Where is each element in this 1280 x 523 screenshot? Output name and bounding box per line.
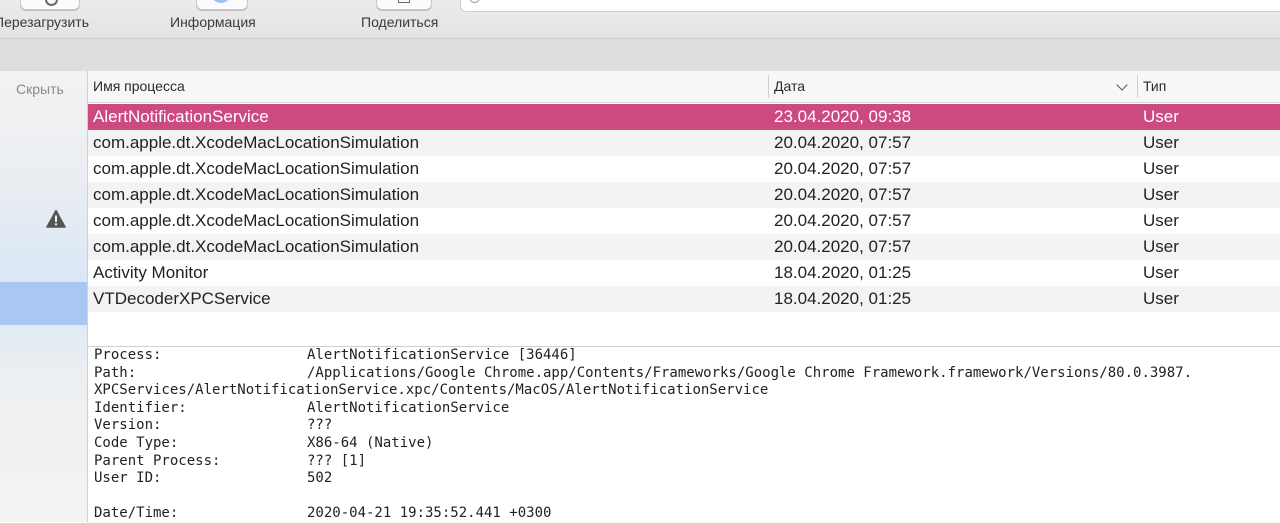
process-name-cell: com.apple.dt.XcodeMacLocationSimulation	[93, 185, 420, 204]
table-body: AlertNotificationService 23.04.2020, 09:3…	[88, 104, 1280, 312]
detail-line-identifier: Identifier: AlertNotificationService	[94, 400, 509, 418]
type-cell: User	[1143, 263, 1179, 282]
detail-key: Version:	[94, 417, 162, 434]
sidebar-selected-item[interactable]	[0, 282, 87, 325]
table-row[interactable]: com.apple.dt.XcodeMacLocationSimulation 2…	[88, 182, 1280, 208]
detail-line-path-cont: XPCServices/AlertNotificationService.xpc…	[94, 382, 768, 400]
process-table: Имя процесса Дата Тип AlertNotificationS…	[88, 71, 1280, 346]
date-cell: 23.04.2020, 09:38	[774, 107, 912, 126]
detail-line-datetime: Date/Time: 2020-04-21 19:35:52.441 +0300	[94, 505, 551, 523]
table-row[interactable]: com.apple.dt.XcodeMacLocationSimulation 2…	[88, 234, 1280, 260]
info-label: Информация	[170, 14, 256, 30]
column-divider[interactable]	[768, 75, 769, 98]
table-row[interactable]: Activity Monitor 18.04.2020, 01:25 User	[88, 260, 1280, 286]
detail-line-userid: User ID: 502	[94, 470, 332, 488]
table-row[interactable]: VTDecoderXPCService 18.04.2020, 01:25 User	[88, 286, 1280, 312]
sidebar: Скрыть	[0, 71, 88, 522]
restart-icon	[20, 0, 80, 10]
date-cell: 20.04.2020, 07:57	[774, 237, 912, 256]
column-divider[interactable]	[1137, 75, 1138, 98]
date-cell: 20.04.2020, 07:57	[774, 211, 912, 230]
detail-key: User ID:	[94, 470, 162, 487]
detail-key: Identifier:	[94, 399, 187, 416]
type-cell: User	[1143, 107, 1179, 126]
detail-line-path: Path: /Applications/Google Chrome.app/Con…	[94, 365, 1192, 383]
date-cell: 20.04.2020, 07:57	[774, 159, 912, 178]
detail-line-parent: Parent Process: ??? [1]	[94, 453, 366, 471]
type-cell: User	[1143, 185, 1179, 204]
process-name-cell: Activity Monitor	[93, 263, 209, 282]
detail-value: 2020-04-21 19:35:52.441 +0300	[307, 505, 552, 522]
column-header-name[interactable]: Имя процесса	[93, 71, 185, 102]
process-name-cell: com.apple.dt.XcodeMacLocationSimulation	[93, 159, 420, 178]
info-icon	[196, 0, 248, 10]
search-icon	[469, 0, 480, 3]
detail-line-version: Version:???	[94, 417, 332, 435]
detail-value: 502	[307, 470, 333, 487]
restart-label: Перезагрузить	[0, 14, 89, 30]
process-name-cell: AlertNotificationService	[93, 107, 269, 126]
search-input[interactable]	[460, 0, 1280, 12]
detail-key: Code Type:	[94, 435, 179, 451]
chevron-down-icon	[1116, 79, 1128, 91]
process-name-cell: com.apple.dt.XcodeMacLocationSimulation	[93, 211, 420, 230]
column-header-date[interactable]: Дата	[774, 71, 805, 102]
detail-key: Date/Time:	[94, 505, 179, 522]
detail-value: XPCServices/AlertNotificationService.xpc…	[94, 382, 769, 399]
detail-line-codetype: Code Type: X86-64 (Native)	[94, 435, 433, 453]
share-label: Поделиться	[361, 14, 439, 30]
table-header: Имя процесса Дата Тип	[88, 71, 1280, 103]
column-header-type[interactable]: Тип	[1143, 71, 1166, 102]
table-row[interactable]: AlertNotificationService 23.04.2020, 09:3…	[88, 104, 1280, 130]
process-name-cell: VTDecoderXPCService	[93, 289, 271, 308]
table-row[interactable]: com.apple.dt.XcodeMacLocationSimulation 2…	[88, 156, 1280, 182]
date-cell: 18.04.2020, 01:25	[774, 263, 912, 282]
detail-line-process: Process: AlertNotificationService [36446]	[94, 347, 577, 365]
crash-report-detail: Process: AlertNotificationService [36446]…	[88, 346, 1280, 523]
share-icon	[376, 0, 432, 10]
toolbar: Перезагрузить Информация Поделиться	[0, 0, 1280, 38]
date-cell: 18.04.2020, 01:25	[774, 289, 912, 308]
type-cell: User	[1143, 133, 1179, 152]
detail-value: X86-64 (Native)	[307, 435, 434, 451]
detail-value: /Applications/Google Chrome.app/Contents…	[307, 364, 1193, 381]
type-cell: User	[1143, 237, 1179, 256]
date-cell: 20.04.2020, 07:57	[774, 185, 912, 204]
warning-triangle-icon	[46, 209, 66, 228]
detail-value: AlertNotificationService	[307, 399, 510, 416]
date-cell: 20.04.2020, 07:57	[774, 133, 912, 152]
detail-value: AlertNotificationService [36446]	[307, 347, 577, 363]
table-row[interactable]: com.apple.dt.XcodeMacLocationSimulation 2…	[88, 208, 1280, 234]
hide-sidebar-button[interactable]: Скрыть	[16, 81, 64, 97]
filter-bar	[0, 38, 1280, 72]
detail-value: ??? [1]	[307, 452, 367, 469]
process-name-cell: com.apple.dt.XcodeMacLocationSimulation	[93, 237, 420, 256]
process-name-cell: com.apple.dt.XcodeMacLocationSimulation	[93, 133, 420, 152]
detail-key: Process:	[94, 347, 162, 363]
detail-key: Path:	[94, 364, 137, 381]
type-cell: User	[1143, 159, 1179, 178]
type-cell: User	[1143, 211, 1179, 230]
detail-value: ???	[307, 417, 333, 434]
detail-key: Parent Process:	[94, 452, 221, 469]
table-row[interactable]: com.apple.dt.XcodeMacLocationSimulation 2…	[88, 130, 1280, 156]
type-cell: User	[1143, 289, 1179, 308]
